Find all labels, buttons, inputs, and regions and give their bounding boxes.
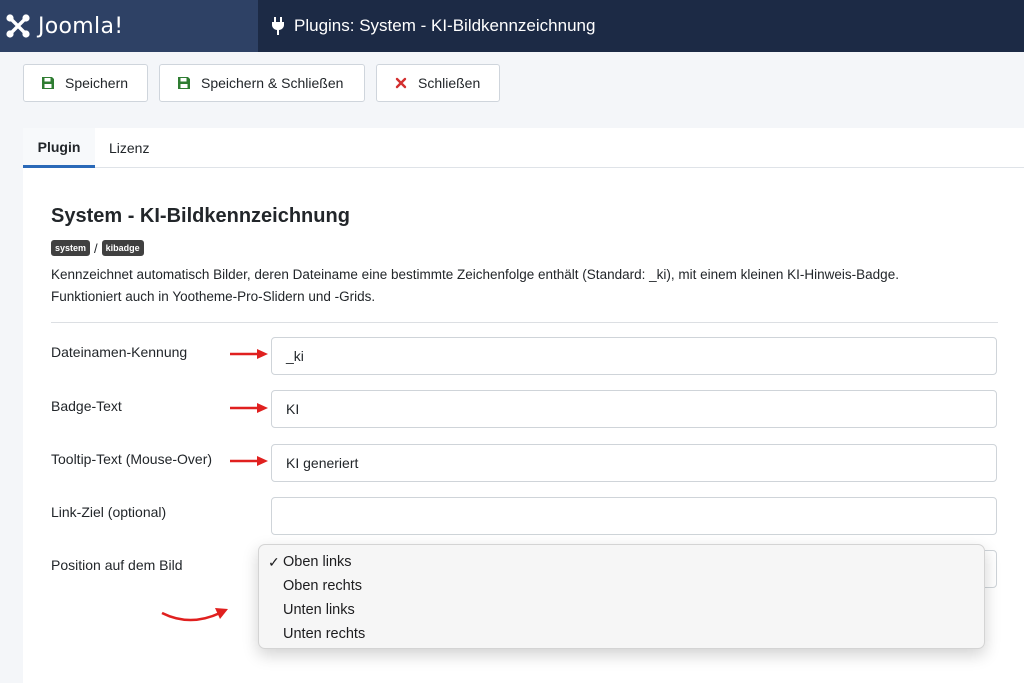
red-arrow-icon <box>230 349 268 359</box>
tooltip-text-input[interactable]: KI generiert <box>271 444 997 482</box>
tab-plugin[interactable]: Plugin <box>23 128 95 168</box>
option-label: Oben rechts <box>283 578 362 594</box>
divider <box>51 322 998 323</box>
floppy-disk-icon <box>42 77 54 89</box>
tab-lizenz[interactable]: Lizenz <box>109 128 149 168</box>
description-line-1: Kennzeichnet automatisch Bilder, deren D… <box>51 267 899 282</box>
option-unten-rechts[interactable]: Unten rechts <box>259 622 984 646</box>
badge-separator: / <box>94 240 98 256</box>
plug-icon <box>272 17 284 35</box>
badge-text-input[interactable]: KI <box>271 390 997 428</box>
filename-id-label: Dateinamen-Kennung <box>51 344 188 360</box>
plugin-badges: system / kibadge <box>51 240 144 256</box>
logo-area[interactable]: Joomla! <box>0 0 258 52</box>
red-arrow-icon <box>230 456 268 466</box>
save-and-close-button[interactable]: Speichern & Schließen <box>159 64 365 102</box>
option-unten-links[interactable]: Unten links <box>259 598 984 622</box>
close-label: Schließen <box>418 75 481 91</box>
save-and-close-label: Speichern & Schließen <box>201 75 344 91</box>
position-label: Position auf dem Bild <box>51 557 183 573</box>
save-button[interactable]: Speichern <box>23 64 148 102</box>
red-arrow-icon <box>230 403 268 413</box>
plugin-edit-panel: Plugin Lizenz System - KI-Bildkennzeichn… <box>23 128 1024 683</box>
joomla-logo-icon <box>6 14 30 38</box>
plugin-title: System - KI-Bildkennzeichnung <box>51 205 350 227</box>
top-header: Joomla! Plugins: System - KI-Bildkennzei… <box>0 0 1024 52</box>
tooltip-text-label: Tooltip-Text (Mouse-Over) <box>51 451 213 467</box>
page-title: Plugins: System - KI-Bildkennzeichnung <box>294 16 596 35</box>
option-label: Unten links <box>283 602 355 618</box>
option-label: Oben links <box>283 554 352 570</box>
badge-kibadge: kibadge <box>101 240 144 256</box>
position-dropdown-menu: ✓ Oben links Oben rechts Unten links Unt… <box>258 544 985 649</box>
badge-system: system <box>51 240 91 256</box>
option-label: Unten rechts <box>283 626 366 642</box>
option-oben-links[interactable]: ✓ Oben links <box>259 550 984 574</box>
option-oben-rechts[interactable]: Oben rechts <box>259 574 984 598</box>
filename-id-input[interactable]: _ki <box>271 337 997 375</box>
page-title-area: Plugins: System - KI-Bildkennzeichnung <box>270 0 595 52</box>
floppy-disk-icon <box>178 77 190 89</box>
badge-text-label: Badge-Text <box>51 398 122 414</box>
logo-text: Joomla! <box>38 13 124 39</box>
link-target-input[interactable] <box>271 497 997 535</box>
close-icon <box>395 77 407 89</box>
save-label: Speichern <box>65 75 129 91</box>
checkmark-icon: ✓ <box>268 553 280 570</box>
tab-bar: Plugin Lizenz <box>23 128 1024 168</box>
toolbar: Speichern Speichern & Schließen Schließe… <box>0 52 1024 114</box>
plugin-description: Kennzeichnet automatisch Bilder, deren D… <box>51 264 1001 308</box>
description-line-2: Funktioniert auch in Yootheme-Pro-Slider… <box>51 289 376 304</box>
red-curved-arrow-icon <box>161 608 228 622</box>
close-button[interactable]: Schließen <box>376 64 500 102</box>
link-target-label: Link-Ziel (optional) <box>51 504 167 520</box>
